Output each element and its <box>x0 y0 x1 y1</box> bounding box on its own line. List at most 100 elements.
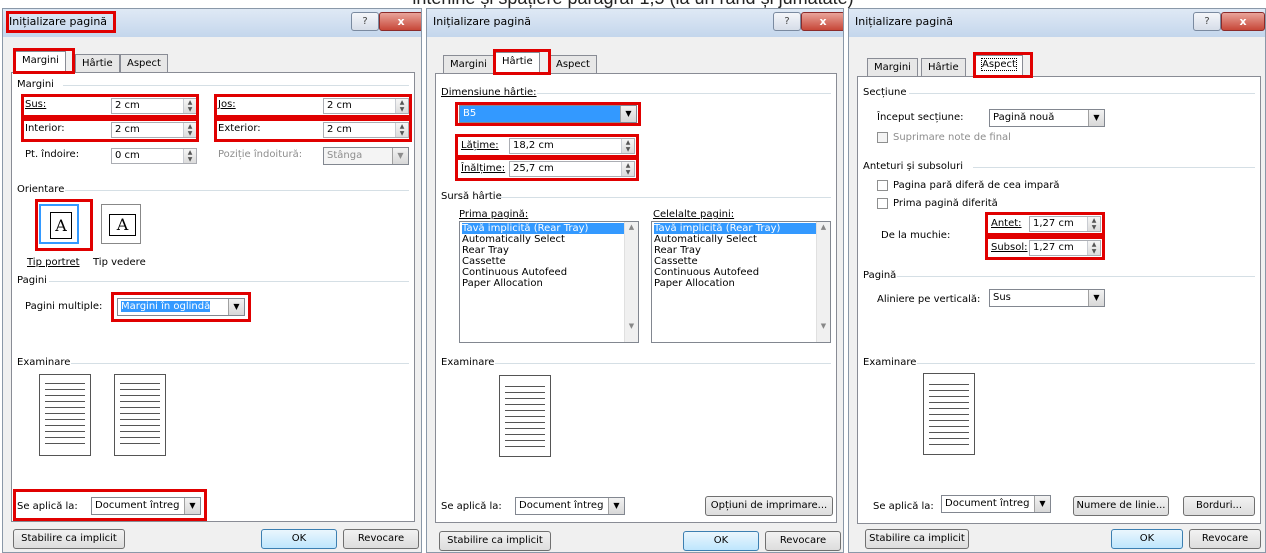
page-setup-dialog-paper: Inițializare pagină ? x Margini Hârtie A… <box>426 8 844 553</box>
margins-section-label: Margini <box>17 79 54 90</box>
set-default-button[interactable]: Stabilire ca implicit <box>439 531 551 551</box>
top-margin-spinner[interactable]: 2 cm ▲ ▼ <box>111 98 197 114</box>
close-button[interactable]: x <box>379 12 421 31</box>
tab-hartie[interactable]: Hârtie <box>921 58 966 76</box>
preview-page <box>923 373 975 455</box>
title-bar: Inițializare pagină ? x <box>427 9 843 37</box>
preview-section-label: Examinare <box>863 357 917 368</box>
tab-aspect[interactable]: Aspect <box>120 54 168 72</box>
tab-aspect[interactable]: Aspect <box>975 55 1023 76</box>
list-scrollbar[interactable]: ▲ ▼ <box>816 222 830 342</box>
preview-page-left <box>39 374 91 456</box>
help-button[interactable]: ? <box>773 12 801 31</box>
tab-hartie[interactable]: Hârtie <box>495 52 540 73</box>
vertical-align-label: Aliniere pe verticală: <box>877 294 981 305</box>
tab-aspect[interactable]: Aspect <box>549 55 597 73</box>
footer-distance-label: Subsol: <box>991 242 1028 253</box>
from-edge-label: De la muchie: <box>881 230 951 241</box>
cancel-button[interactable]: Revocare <box>343 529 419 549</box>
tray-item[interactable]: Tavă implicită (Rear Tray) <box>654 223 828 234</box>
other-pages-tray-list[interactable]: Tavă implicită (Rear Tray) Automatically… <box>651 221 831 343</box>
dialog-title: Inițializare pagină <box>433 15 532 28</box>
odd-even-checkbox[interactable] <box>877 180 888 191</box>
odd-even-label: Pagina pară diferă de cea impară <box>893 180 1060 191</box>
tray-item[interactable]: Paper Allocation <box>462 278 636 289</box>
tab-margini[interactable]: Margini <box>15 51 66 72</box>
apply-to-label: Se aplică la: <box>441 501 502 512</box>
bottom-margin-spinner[interactable]: 2 cm ▲ ▼ <box>323 98 409 114</box>
outside-margin-spinner[interactable]: 2 cm ▲ ▼ <box>323 122 409 138</box>
close-button[interactable]: x <box>1221 12 1265 31</box>
set-default-button[interactable]: Stabilire ca implicit <box>865 529 969 549</box>
help-button[interactable]: ? <box>1193 12 1221 31</box>
suppress-endnotes-checkbox <box>877 132 888 143</box>
tray-item[interactable]: Continuous Autofeed <box>462 267 636 278</box>
section-label: Secțiune <box>863 87 907 98</box>
portrait-orientation-button[interactable]: A <box>39 204 79 244</box>
cancel-button[interactable]: Revocare <box>765 531 841 551</box>
ok-button[interactable]: OK <box>683 531 759 551</box>
first-page-tray-list[interactable]: Tavă implicită (Rear Tray) Automatically… <box>459 221 639 343</box>
tray-item[interactable]: Tavă implicită (Rear Tray) <box>462 223 636 234</box>
apply-to-label: Se aplică la: <box>873 501 934 512</box>
height-spinner[interactable]: 25,7 cm ▲ ▼ <box>509 161 635 177</box>
multiple-pages-select[interactable]: Margini în oglindă ▼ <box>117 298 245 316</box>
tray-item[interactable]: Automatically Select <box>654 234 828 245</box>
top-margin-label: Sus: <box>25 99 47 110</box>
tray-item[interactable]: Rear Tray <box>462 245 636 256</box>
preview-section-label: Examinare <box>17 357 71 368</box>
page-setup-dialog-layout: Inițializare pagină ? x Margini Hârtie A… <box>848 8 1266 553</box>
tray-item[interactable]: Continuous Autofeed <box>654 267 828 278</box>
preview-page-right <box>114 374 166 456</box>
tab-margini[interactable]: Margini <box>867 58 918 76</box>
print-options-button[interactable]: Opțiuni de imprimare... <box>705 496 833 516</box>
close-button[interactable]: x <box>801 12 843 31</box>
first-page-label: Prima pagină diferită <box>893 198 998 209</box>
list-scrollbar[interactable]: ▲ ▼ <box>624 222 638 342</box>
footer-distance-spinner[interactable]: 1,27 cm ▲ ▼ <box>1029 240 1101 256</box>
help-button[interactable]: ? <box>351 12 379 31</box>
paper-size-select[interactable]: B5 ▼ <box>459 105 637 123</box>
tray-item[interactable]: Rear Tray <box>654 245 828 256</box>
vertical-align-select[interactable]: Sus ▼ <box>989 289 1105 307</box>
apply-to-select[interactable]: Document întreg ▼ <box>515 497 625 515</box>
gutter-position-label: Poziție îndoitură: <box>218 149 303 160</box>
tab-margini[interactable]: Margini <box>443 55 494 73</box>
orientation-section-label: Orientare <box>17 184 65 195</box>
portrait-label: Tip portret <box>27 257 80 268</box>
section-start-select[interactable]: Pagină nouă ▼ <box>989 109 1105 127</box>
page-section-label: Pagină <box>863 270 897 281</box>
multiple-pages-label: Pagini multiple: <box>25 301 103 312</box>
bottom-margin-label: Jos: <box>218 99 236 110</box>
apply-to-select[interactable]: Document întreg ▼ <box>941 495 1051 513</box>
header-distance-spinner[interactable]: 1,27 cm ▲ ▼ <box>1029 216 1101 232</box>
apply-to-select[interactable]: Document întreg ▼ <box>91 497 201 515</box>
other-pages-label: Celelalte pagini: <box>653 209 735 220</box>
ok-button[interactable]: OK <box>261 529 337 549</box>
line-numbers-button[interactable]: Numere de linie... <box>1073 496 1169 516</box>
dialog-title: Inițializare pagină <box>9 15 108 28</box>
tab-hartie[interactable]: Hârtie <box>75 54 120 72</box>
gutter-spinner[interactable]: 0 cm ▲ ▼ <box>111 148 197 164</box>
first-page-checkbox[interactable] <box>877 198 888 209</box>
preview-section-label: Examinare <box>441 357 495 368</box>
set-default-button[interactable]: Stabilire ca implicit <box>13 529 125 549</box>
outside-margin-label: Exterior: <box>218 123 261 134</box>
inside-margin-spinner[interactable]: 2 cm ▲ ▼ <box>111 122 197 138</box>
tray-item[interactable]: Cassette <box>462 256 636 267</box>
first-page-label: Prima pagină: <box>459 209 529 220</box>
cancel-button[interactable]: Revocare <box>1189 529 1261 549</box>
tray-item[interactable]: Cassette <box>654 256 828 267</box>
portrait-page-icon: A <box>50 212 72 239</box>
ok-button[interactable]: OK <box>1111 529 1183 549</box>
borders-button[interactable]: Borduri... <box>1183 496 1255 516</box>
dialog-title: Inițializare pagină <box>855 15 954 28</box>
width-label: Lățime: <box>461 140 499 151</box>
tray-item[interactable]: Automatically Select <box>462 234 636 245</box>
landscape-label: Tip vedere <box>93 257 146 268</box>
landscape-orientation-button[interactable]: A <box>101 204 141 244</box>
width-spinner[interactable]: 18,2 cm ▲ ▼ <box>509 138 635 154</box>
pages-section-label: Pagini <box>17 275 47 286</box>
apply-to-label: Se aplică la: <box>17 501 78 512</box>
tray-item[interactable]: Paper Allocation <box>654 278 828 289</box>
